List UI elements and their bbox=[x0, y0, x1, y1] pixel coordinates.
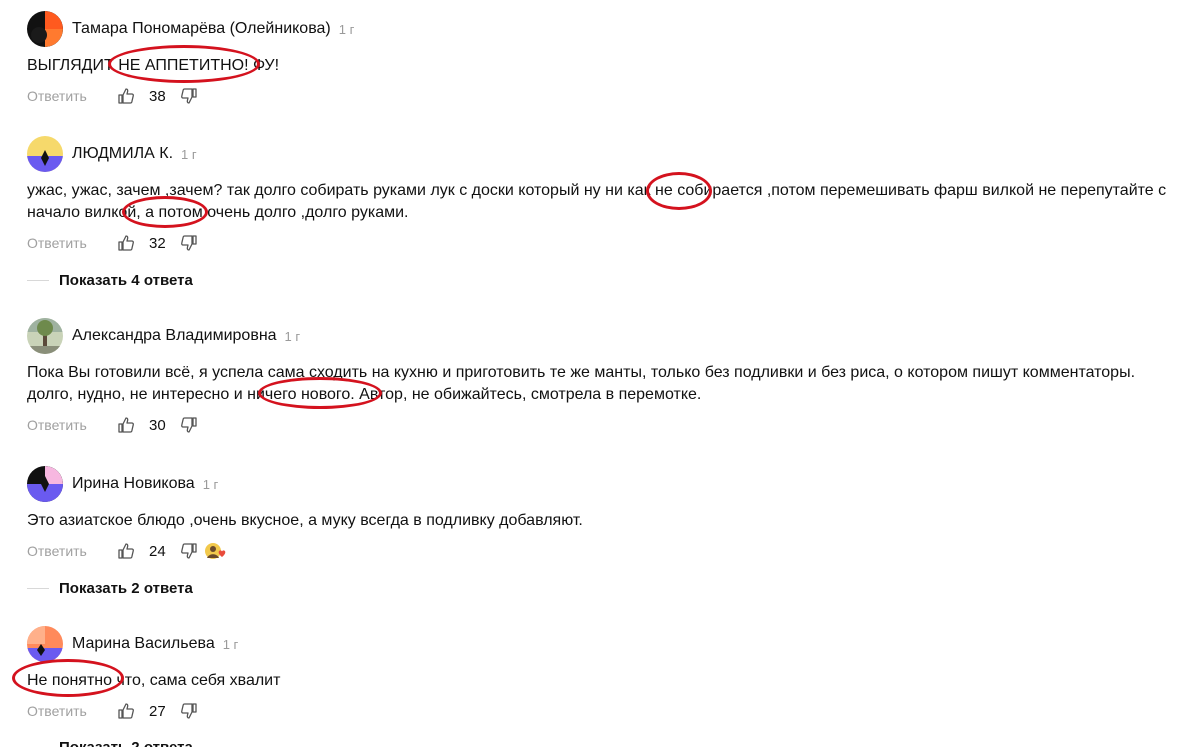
thumbs-up-icon[interactable] bbox=[117, 542, 135, 560]
like-count: 24 bbox=[149, 542, 166, 560]
show-replies-button[interactable]: Показать 2 ответа bbox=[59, 739, 193, 747]
thumbs-down-icon[interactable] bbox=[180, 416, 198, 434]
author-name[interactable]: Александра Владимировна bbox=[72, 327, 277, 345]
comment-text: ВЫГЛЯДИТ НЕ АППЕТИТНО! ФУ! bbox=[27, 57, 280, 74]
comment-header: ЛЮДМИЛА К. 1 г bbox=[27, 136, 1187, 172]
like-count: 30 bbox=[149, 416, 166, 434]
reply-button[interactable]: Ответить bbox=[27, 235, 117, 251]
thumbs-down-icon[interactable] bbox=[180, 542, 198, 560]
show-replies-button[interactable]: Показать 4 ответа bbox=[59, 272, 193, 289]
show-replies: Показать 2 ответа bbox=[27, 735, 193, 747]
thumbs-down-icon[interactable] bbox=[180, 234, 198, 252]
comment-time: 1 г bbox=[222, 636, 239, 652]
comment-actions: Ответить 24 bbox=[27, 540, 1187, 562]
comment: Марина Васильева 1 г Не понятно что, сам… bbox=[27, 626, 1187, 722]
thumbs-up-icon[interactable] bbox=[117, 416, 135, 434]
comment-actions: Ответить 27 bbox=[27, 700, 1187, 722]
avatar[interactable] bbox=[27, 626, 63, 662]
comment-text: Не понятно что, сама себя хвалит bbox=[27, 672, 281, 689]
show-replies-button[interactable]: Показать 2 ответа bbox=[59, 580, 193, 597]
avatar[interactable] bbox=[27, 11, 63, 47]
comment-time: 1 г bbox=[202, 476, 219, 492]
comment-header: Тамара Пономарёва (Олейникова) 1 г bbox=[27, 11, 1187, 47]
comment-text: Пока Вы готовили всё, я успела сама сход… bbox=[27, 364, 1136, 403]
comment-header: Ирина Новикова 1 г bbox=[27, 466, 1187, 502]
reply-button[interactable]: Ответить bbox=[27, 417, 117, 433]
comment-header: Марина Васильева 1 г bbox=[27, 626, 1187, 662]
reply-button[interactable]: Ответить bbox=[27, 543, 117, 559]
comment: Александра Владимировна 1 г Пока Вы гото… bbox=[27, 318, 1187, 436]
author-name[interactable]: Тамара Пономарёва (Олейникова) bbox=[72, 20, 331, 38]
comment: ЛЮДМИЛА К. 1 г ужас, ужас, зачем ,зачем?… bbox=[27, 136, 1187, 254]
comment: Ирина Новикова 1 г Это азиатское блюдо ,… bbox=[27, 466, 1187, 562]
thumbs-down-icon[interactable] bbox=[180, 87, 198, 105]
comment-header: Александра Владимировна 1 г bbox=[27, 318, 1187, 354]
like-count: 38 bbox=[149, 87, 166, 105]
thumbs-down-icon[interactable] bbox=[180, 702, 198, 720]
avatar[interactable] bbox=[27, 318, 63, 354]
divider bbox=[27, 279, 49, 281]
comment: Тамара Пономарёва (Олейникова) 1 г ВЫГЛЯ… bbox=[27, 11, 1187, 107]
author-name[interactable]: Марина Васильева bbox=[72, 635, 215, 653]
reaction-heart-icon[interactable] bbox=[204, 541, 228, 561]
show-replies: Показать 4 ответа bbox=[27, 268, 193, 292]
avatar[interactable] bbox=[27, 136, 63, 172]
comment-actions: Ответить 30 bbox=[27, 414, 1187, 436]
thumbs-up-icon[interactable] bbox=[117, 702, 135, 720]
like-count: 32 bbox=[149, 234, 166, 252]
like-count: 27 bbox=[149, 702, 166, 720]
comment-text: ужас, ужас, зачем ,зачем? так долго соби… bbox=[27, 182, 1167, 221]
comment-text: Это азиатское блюдо ,очень вкусное, а му… bbox=[27, 512, 583, 529]
avatar[interactable] bbox=[27, 466, 63, 502]
comment-actions: Ответить 38 bbox=[27, 85, 1187, 107]
reply-button[interactable]: Ответить bbox=[27, 88, 117, 104]
author-name[interactable]: Ирина Новикова bbox=[72, 475, 195, 493]
author-name[interactable]: ЛЮДМИЛА К. bbox=[72, 145, 173, 163]
comment-time: 1 г bbox=[284, 328, 301, 344]
show-replies: Показать 2 ответа bbox=[27, 576, 193, 600]
comment-time: 1 г bbox=[338, 21, 355, 37]
divider bbox=[27, 587, 49, 589]
comment-time: 1 г bbox=[181, 146, 197, 162]
thumbs-up-icon[interactable] bbox=[117, 234, 135, 252]
comment-actions: Ответить 32 bbox=[27, 232, 1187, 254]
reply-button[interactable]: Ответить bbox=[27, 703, 117, 719]
comments-page: Тамара Пономарёва (Олейникова) 1 г ВЫГЛЯ… bbox=[0, 0, 1200, 747]
thumbs-up-icon[interactable] bbox=[117, 87, 135, 105]
